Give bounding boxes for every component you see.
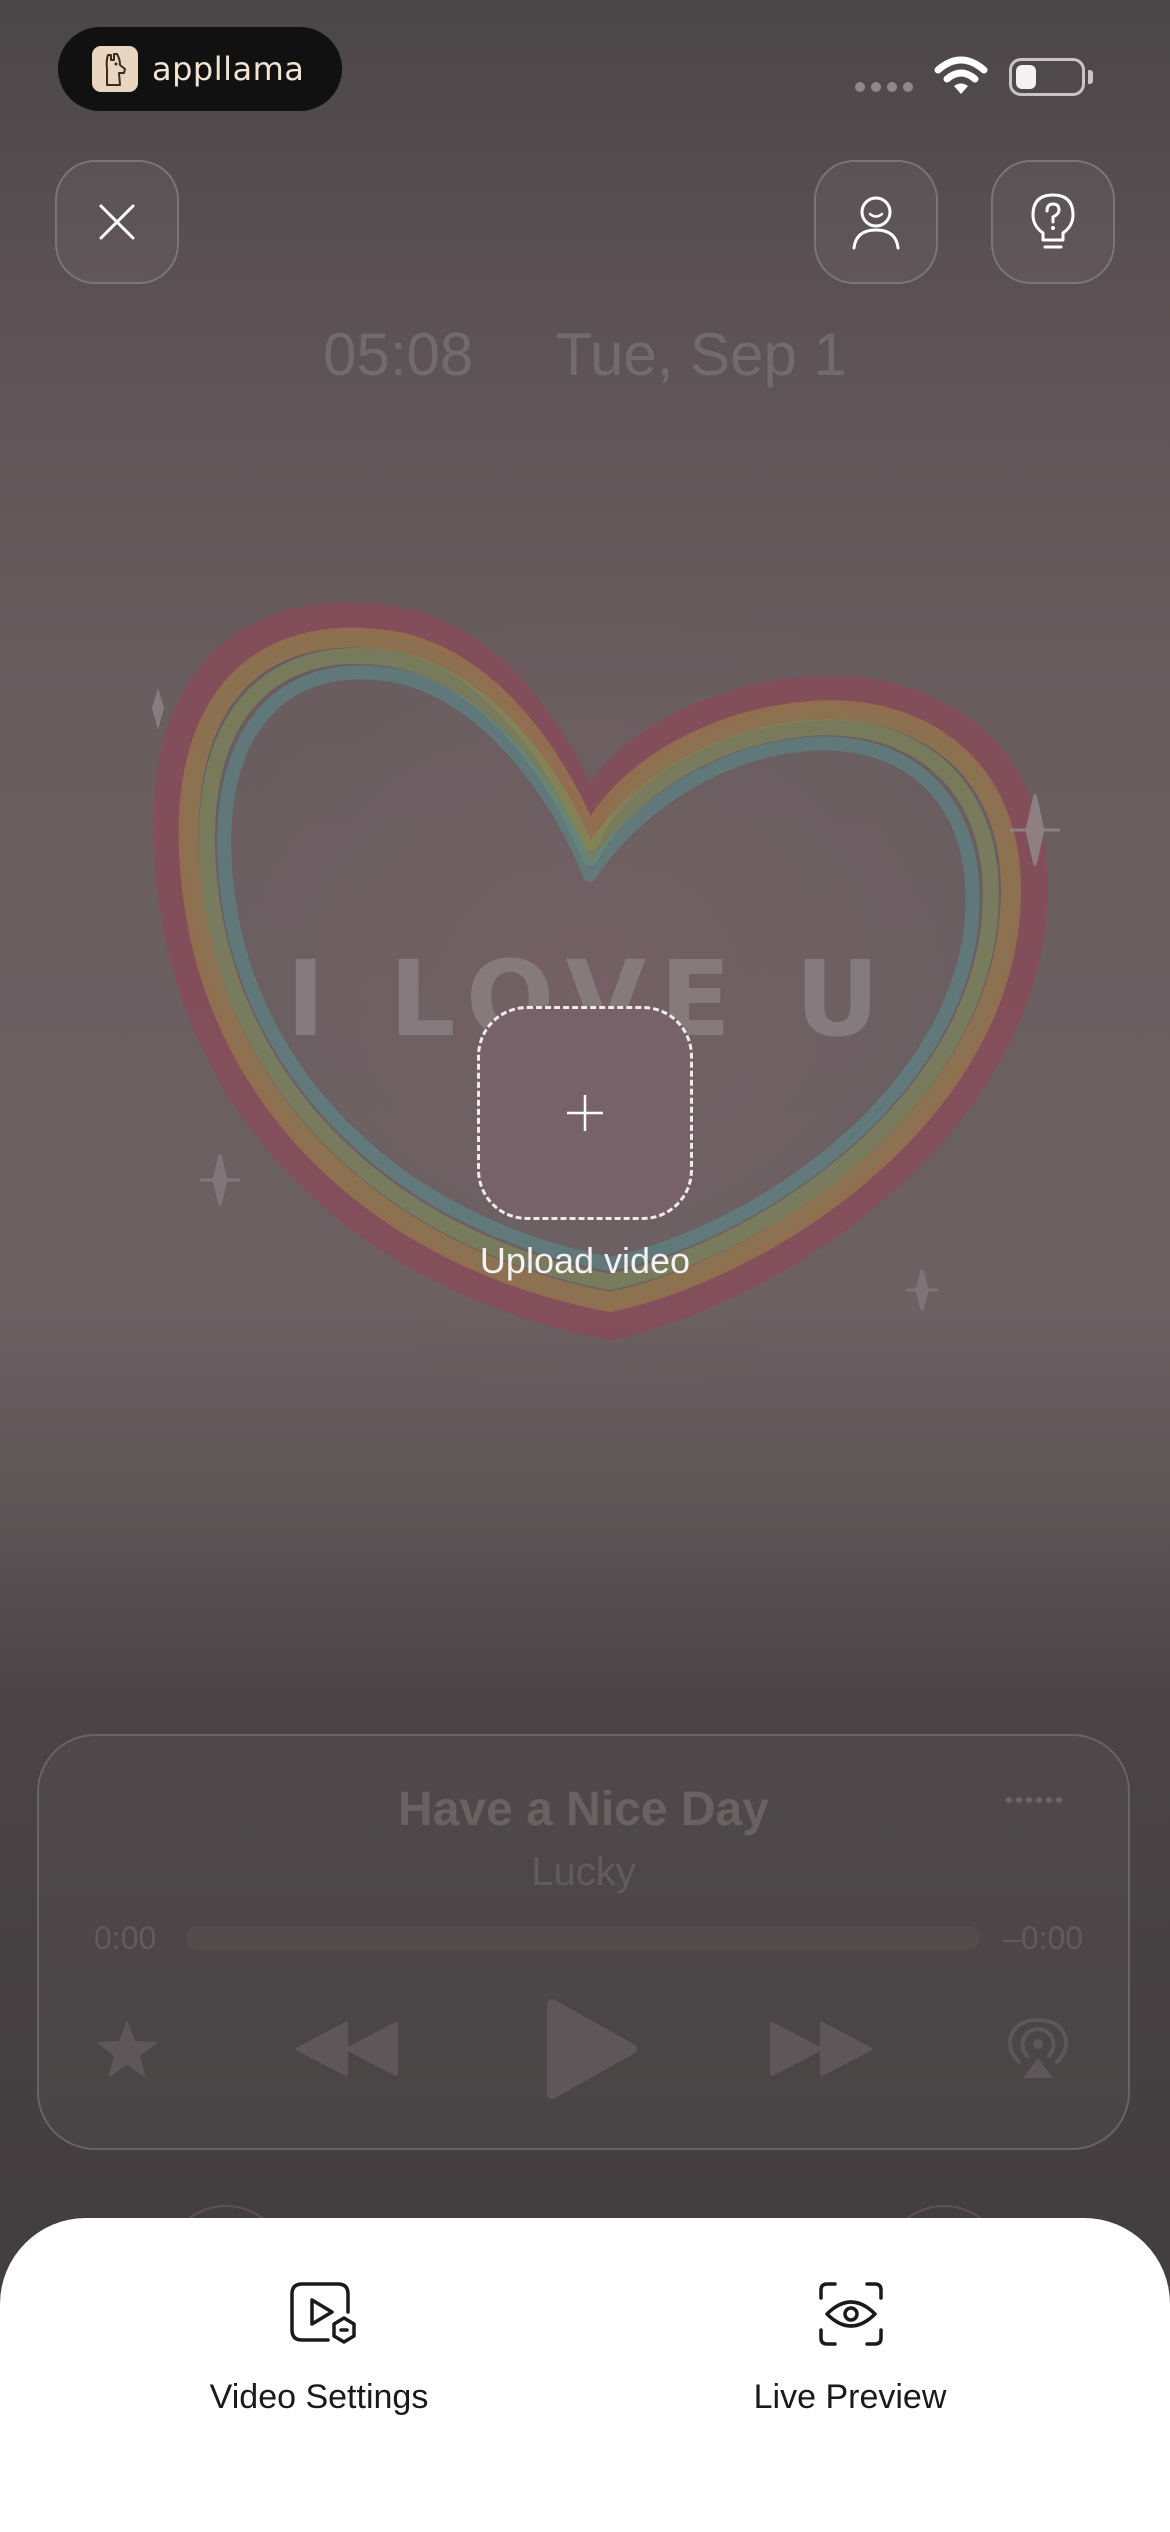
- profile-button[interactable]: [814, 160, 938, 284]
- cellular-signal-icon: [855, 82, 913, 92]
- more-options-icon[interactable]: [1006, 1797, 1062, 1803]
- track-title: Have a Nice Day: [398, 1783, 769, 1836]
- wifi-icon: [934, 56, 988, 94]
- brand-badge[interactable]: appllama: [58, 27, 342, 111]
- track-artist: Lucky: [531, 1850, 636, 1894]
- lightbulb-help-icon: [1031, 193, 1075, 249]
- close-button[interactable]: [55, 160, 179, 284]
- playback-progress-bar[interactable]: [186, 1926, 980, 1950]
- eye-icon: [819, 2282, 883, 2346]
- battery-tip: [1088, 70, 1093, 84]
- llama-logo-icon: [92, 46, 138, 92]
- time-remaining: –0:00: [1003, 1920, 1084, 1956]
- live-preview-button[interactable]: Live Preview: [700, 2270, 1000, 2440]
- clock-date: Tue, Sep 1: [555, 321, 847, 388]
- star-icon[interactable]: [94, 2018, 160, 2080]
- lock-screen-clock: 05:08 Tue, Sep 1: [0, 320, 1170, 389]
- video-settings-button[interactable]: Video Settings: [169, 2270, 469, 2440]
- airplay-icon[interactable]: [1005, 2016, 1071, 2082]
- battery-icon: [1009, 58, 1085, 96]
- clock-time: 05:08: [323, 321, 474, 388]
- user-icon: [852, 196, 900, 250]
- live-preview-label: Live Preview: [753, 2378, 947, 2416]
- video-settings-icon: [290, 2282, 356, 2344]
- fast-forward-icon[interactable]: [770, 2022, 872, 2076]
- rewind-icon[interactable]: [296, 2022, 398, 2076]
- plus-icon: [567, 1095, 603, 1131]
- brand-name: appllama: [152, 50, 305, 88]
- help-button[interactable]: [991, 160, 1115, 284]
- close-icon: [99, 204, 135, 240]
- upload-video-button[interactable]: [477, 1006, 693, 1220]
- upload-video-label: Upload video: [479, 1240, 691, 1281]
- play-icon[interactable]: [546, 1998, 638, 2100]
- time-elapsed: 0:00: [94, 1920, 157, 1956]
- video-settings-label: Video Settings: [209, 2378, 429, 2416]
